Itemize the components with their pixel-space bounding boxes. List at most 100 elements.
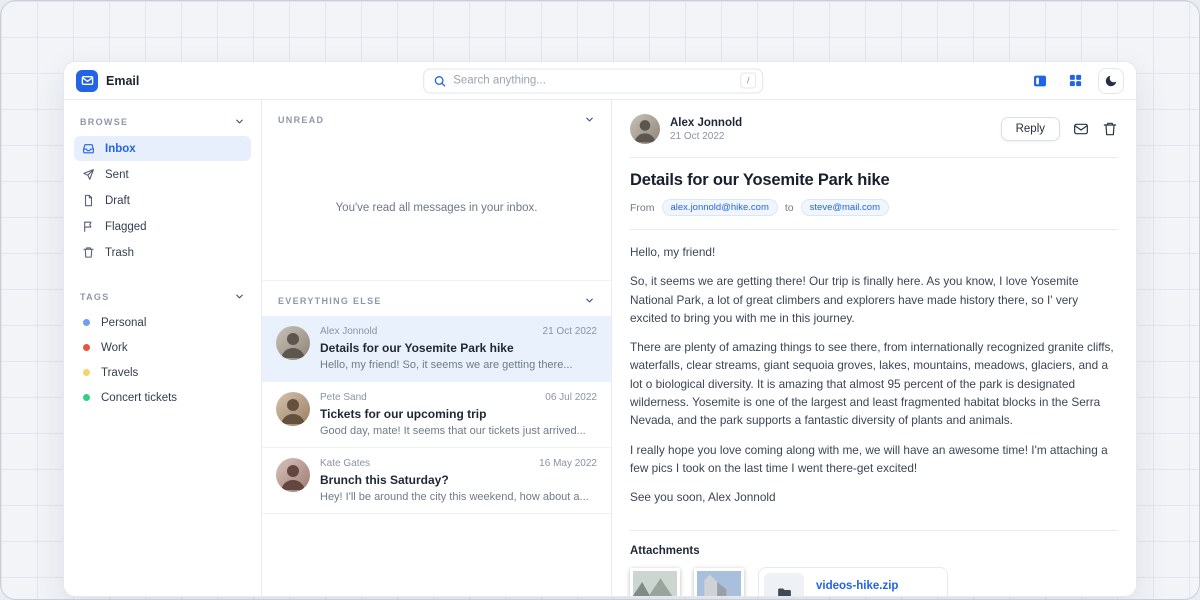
reading-pane: Alex Jonnold 21 Oct 2022 Reply De — [612, 100, 1136, 596]
avatar — [276, 392, 310, 426]
reply-button[interactable]: Reply — [1001, 117, 1060, 141]
envelope-logo-icon — [81, 74, 94, 87]
trash-icon[interactable] — [1102, 121, 1118, 137]
tag-color-dot — [83, 319, 90, 326]
messages: Alex Jonnold 21 Oct 2022 Details for our… — [262, 316, 611, 514]
sidebar-item-draft[interactable]: Draft — [74, 188, 251, 213]
email-body: Hello, my friend! So, it seems we are ge… — [630, 243, 1118, 517]
chevron-down-icon[interactable] — [234, 291, 245, 302]
folder-icon — [776, 585, 793, 596]
body-paragraph: There are plenty of amazing things to se… — [630, 338, 1118, 429]
body-paragraph: So, it seems we are getting there! Our t… — [630, 272, 1118, 327]
layout-toggle-button[interactable] — [1028, 69, 1052, 93]
sidebar-layout-icon — [1032, 73, 1048, 89]
page-background: Email / — [0, 0, 1200, 600]
app-title: Email — [106, 74, 139, 88]
sidebar-item-label: Sent — [105, 169, 129, 181]
tag-item-travels[interactable]: Travels — [74, 360, 251, 385]
to-label: to — [785, 202, 794, 214]
divider — [630, 157, 1118, 158]
tag-label: Travels — [101, 367, 138, 379]
attachment-photo-2[interactable] — [694, 568, 744, 596]
message-sender: Pete Sand — [320, 392, 367, 403]
chevron-down-icon[interactable] — [234, 116, 245, 127]
from-label: From — [630, 202, 655, 214]
message-sender: Kate Gates — [320, 458, 370, 469]
top-bar: Email / — [64, 62, 1136, 100]
tag-item-concert-tickets[interactable]: Concert tickets — [74, 385, 251, 410]
tag-color-dot — [83, 344, 90, 351]
chevron-down-icon[interactable] — [584, 295, 595, 306]
from-to-row: From alex.jonnold@hike.com to steve@mail… — [630, 199, 1118, 216]
email-subject: Details for our Yosemite Park hike — [630, 171, 1118, 190]
body-paragraph: Hello, my friend! — [630, 243, 1118, 261]
message-list-item[interactable]: Alex Jonnold 21 Oct 2022 Details for our… — [262, 316, 611, 382]
message-sender: Alex Jonnold — [320, 326, 377, 337]
tag-label: Work — [101, 342, 128, 354]
app-content: BROWSE Inbox — [64, 100, 1136, 596]
brand: Email — [76, 70, 139, 92]
message-snippet: Hello, my friend! So, it seems we are ge… — [320, 359, 597, 371]
search-shortcut-badge: / — [740, 73, 756, 89]
search-bar[interactable]: / — [423, 68, 763, 93]
sidebar-item-label: Flagged — [105, 221, 147, 233]
sidebar-item-trash[interactable]: Trash — [74, 240, 251, 265]
sender-info: Alex Jonnold 21 Oct 2022 — [670, 117, 742, 142]
search-input[interactable] — [453, 75, 733, 87]
sidebar: BROWSE Inbox — [64, 100, 262, 596]
divider — [630, 530, 1118, 531]
inbox-icon — [82, 142, 95, 155]
everything-else-section-header: EVERYTHING ELSE — [262, 281, 611, 316]
divider — [630, 229, 1118, 230]
top-actions — [1028, 68, 1124, 94]
sidebar-item-flagged[interactable]: Flagged — [74, 214, 251, 239]
sidebar-item-label: Trash — [105, 247, 134, 259]
browse-label: BROWSE — [80, 117, 128, 127]
trash-icon — [82, 246, 95, 259]
grid-icon — [1068, 73, 1083, 88]
tag-item-personal[interactable]: Personal — [74, 310, 251, 335]
everything-else-label: EVERYTHING ELSE — [278, 296, 382, 306]
tags-section-header: TAGS — [74, 281, 251, 310]
avatar — [630, 114, 660, 144]
body-paragraph: I really hope you love coming along with… — [630, 441, 1118, 478]
message-subject: Tickets for our upcoming trip — [320, 407, 597, 421]
attachment-file-card[interactable]: videos-hike.zip 100 MB — [758, 567, 948, 596]
tag-label: Concert tickets — [101, 392, 177, 404]
mail-icon[interactable] — [1073, 121, 1089, 137]
avatar — [276, 458, 310, 492]
sidebar-item-inbox[interactable]: Inbox — [74, 136, 251, 161]
email-date: 21 Oct 2022 — [670, 131, 742, 142]
email-actions: Reply — [1001, 117, 1118, 141]
flag-icon — [82, 220, 95, 233]
file-name-link[interactable]: videos-hike.zip — [816, 580, 898, 592]
file-size: 100 MB — [816, 595, 898, 596]
sidebar-item-label: Inbox — [105, 143, 136, 155]
moon-icon — [1104, 74, 1118, 88]
message-date: 21 Oct 2022 — [543, 326, 597, 337]
sender-name: Alex Jonnold — [670, 117, 742, 129]
dark-mode-button[interactable] — [1098, 68, 1124, 94]
message-list-item[interactable]: Pete Sand 06 Jul 2022 Tickets for our up… — [262, 382, 611, 448]
tag-item-work[interactable]: Work — [74, 335, 251, 360]
apps-grid-button[interactable] — [1063, 69, 1087, 93]
unread-section-header: UNREAD — [262, 100, 611, 135]
file-info: videos-hike.zip 100 MB — [816, 580, 898, 596]
sidebar-item-sent[interactable]: Sent — [74, 162, 251, 187]
from-email-badge[interactable]: alex.jonnold@hike.com — [662, 199, 778, 216]
message-list-item[interactable]: Kate Gates 16 May 2022 Brunch this Satur… — [262, 448, 611, 514]
search-icon — [433, 74, 446, 87]
avatar — [276, 326, 310, 360]
email-app-window: Email / — [63, 61, 1137, 597]
tags-list: Personal Work Travels Concert tickets — [74, 310, 251, 410]
message-snippet: Good day, mate! It seems that our ticket… — [320, 425, 597, 437]
message-snippet: Hey! I'll be around the city this weeken… — [320, 491, 597, 503]
send-icon — [82, 168, 95, 181]
message-subject: Brunch this Saturday? — [320, 473, 597, 487]
sidebar-item-label: Draft — [105, 195, 130, 207]
chevron-down-icon[interactable] — [584, 114, 595, 125]
attachment-photo-1[interactable] — [630, 568, 680, 596]
reading-pane-header: Alex Jonnold 21 Oct 2022 Reply — [630, 114, 1118, 144]
to-email-badge[interactable]: steve@mail.com — [801, 199, 889, 216]
message-preview: Alex Jonnold 21 Oct 2022 Details for our… — [320, 326, 597, 371]
